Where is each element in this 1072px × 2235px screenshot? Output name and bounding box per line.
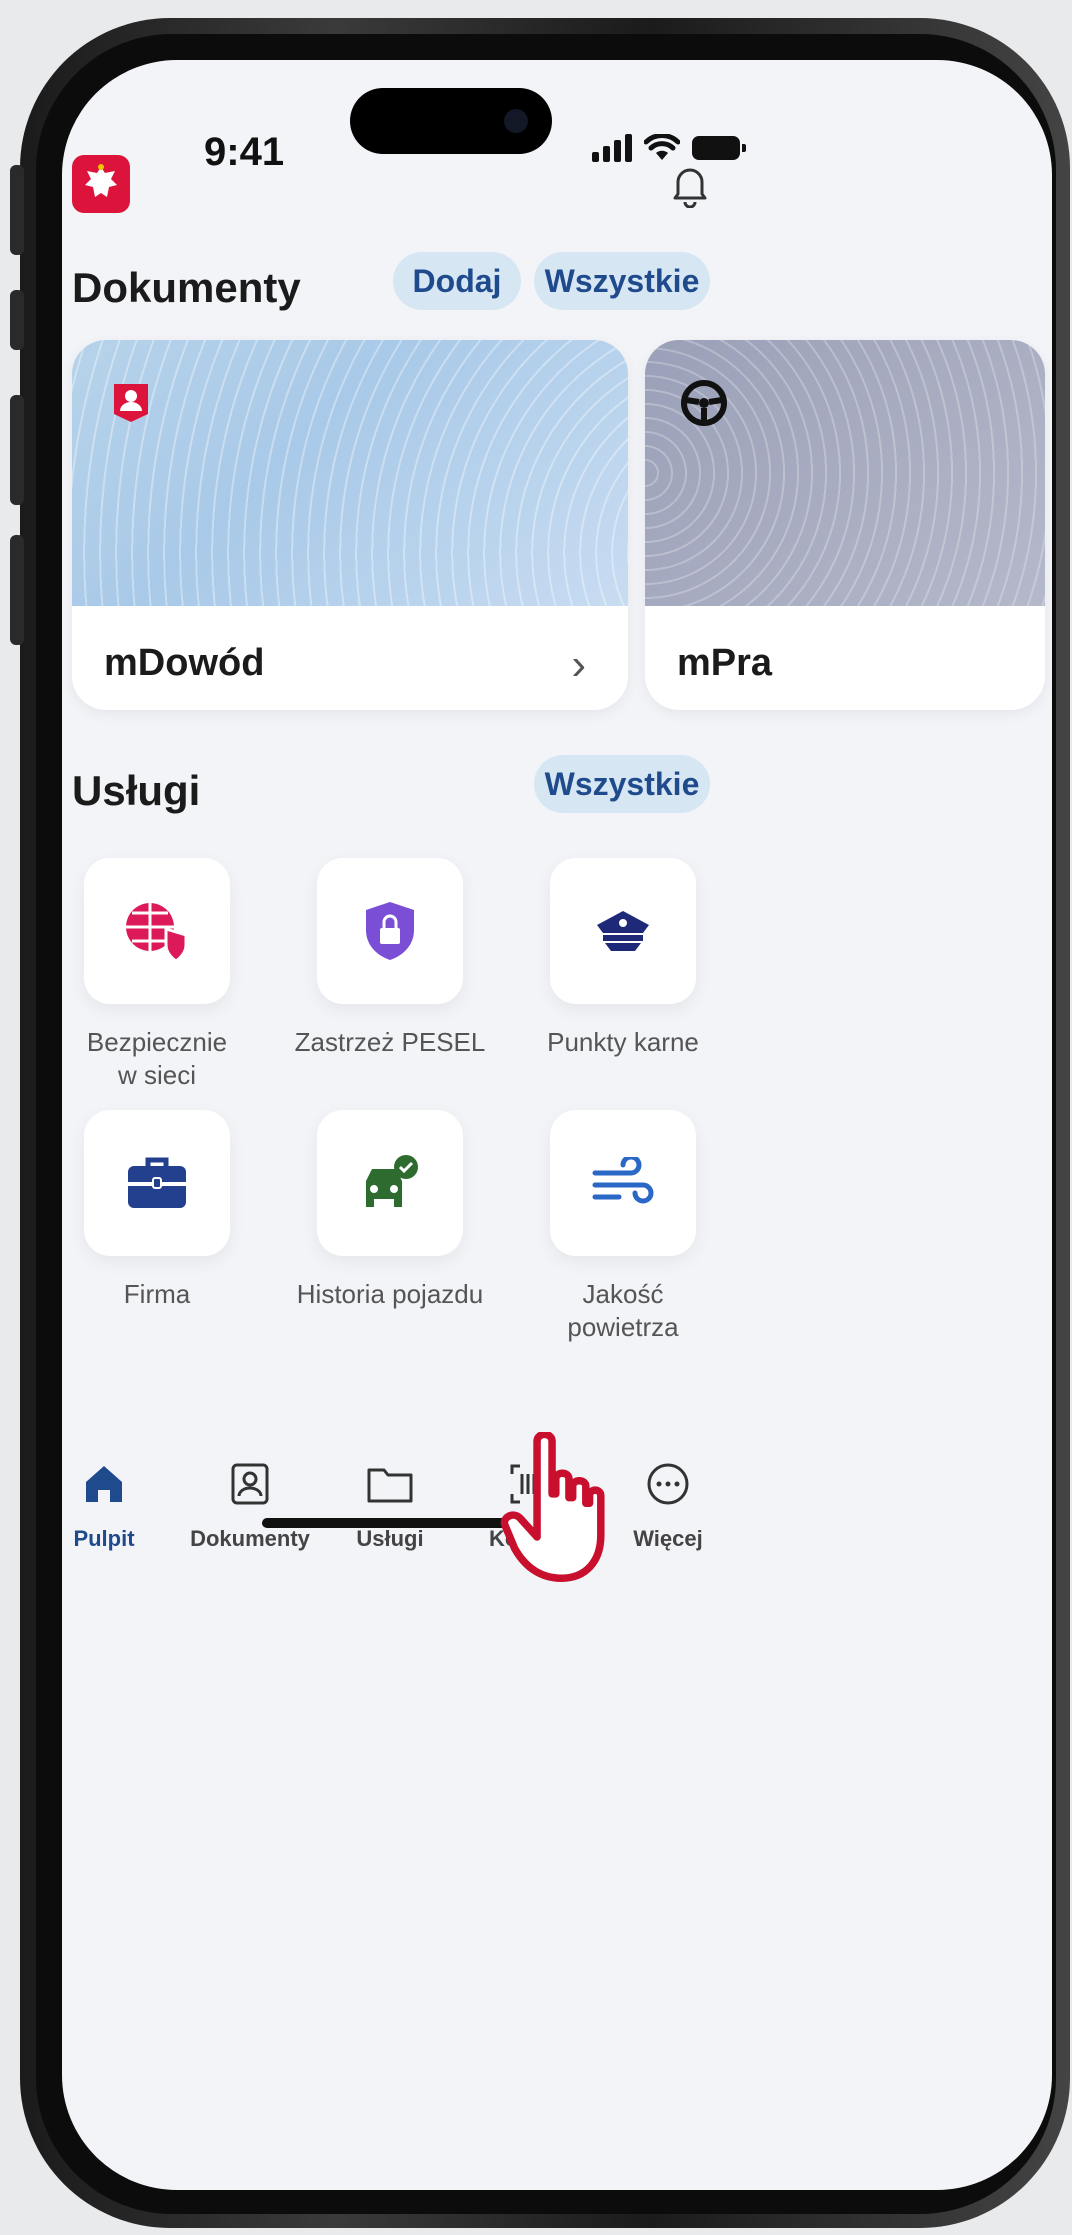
side-button	[10, 290, 24, 350]
status-icons	[592, 134, 746, 162]
camera-icon	[504, 109, 528, 133]
service-tile-zastrzez-pesel[interactable]	[317, 858, 463, 1004]
nav-label: Dokumenty	[190, 1526, 310, 1551]
service-tile-historia-pojazdu[interactable]	[317, 1110, 463, 1256]
all-documents-button[interactable]: Wszystkie	[534, 252, 710, 310]
service-tile-jakosc-powietrza[interactable]	[550, 1110, 696, 1256]
service-label: Punkty karne	[547, 1027, 699, 1057]
bell-icon[interactable]	[670, 162, 710, 208]
side-button	[10, 535, 24, 645]
service-label: Jakość powietrza	[567, 1279, 679, 1342]
nav-label: Usługi	[356, 1526, 424, 1551]
home-indicator	[262, 1518, 524, 1528]
police-cap-icon	[597, 911, 649, 951]
service-label: Historia pojazdu	[296, 1279, 484, 1309]
briefcase-icon	[128, 1157, 186, 1208]
document-card-title: mDowód	[104, 642, 265, 684]
signal-icon	[592, 134, 632, 162]
service-label: Firma	[123, 1279, 191, 1309]
steering-wheel-icon	[681, 380, 727, 426]
service-tile-firma[interactable]	[84, 1110, 230, 1256]
service-tile-punkty-karne[interactable]	[550, 858, 696, 1004]
services-title: Usługi	[72, 767, 201, 814]
document-card-mprawojazdy[interactable]: mPra	[645, 340, 1045, 710]
lock-shield-icon	[366, 902, 414, 960]
document-card-art	[72, 340, 628, 606]
nav-label: Więcej	[633, 1526, 703, 1551]
side-button	[10, 165, 24, 255]
more-icon	[647, 1463, 689, 1505]
poland-emblem-icon	[72, 155, 130, 213]
document-person-icon	[231, 1463, 269, 1505]
globe-shield-icon	[126, 903, 188, 963]
nav-dokumenty[interactable]: Dokumenty	[170, 1460, 330, 1552]
service-label: Bezpiecznie w sieci	[86, 1027, 228, 1090]
id-card-icon	[114, 384, 148, 422]
documents-title: Dokumenty	[72, 264, 301, 311]
nav-label: Pulpit	[73, 1526, 135, 1551]
home-icon	[86, 1466, 122, 1502]
nav-uslugi[interactable]: Usługi	[310, 1460, 470, 1552]
tap-hand-icon	[500, 1432, 605, 1582]
battery-icon	[692, 136, 746, 160]
service-label: Zastrzeż PESEL	[294, 1027, 486, 1057]
document-card-mdowod[interactable]: mDowód ›	[72, 340, 628, 710]
all-services-button[interactable]: Wszystkie	[534, 755, 710, 813]
wind-icon	[592, 1157, 654, 1204]
document-card-title: mPra	[677, 642, 773, 684]
chevron-right-icon: ›	[571, 640, 586, 689]
add-document-button[interactable]: Dodaj	[393, 252, 521, 310]
service-tile-bezpiecznie-w-sieci[interactable]	[84, 858, 230, 1004]
status-time: 9:41	[204, 130, 285, 174]
side-button	[10, 395, 24, 505]
wifi-icon	[644, 134, 680, 160]
dynamic-island	[350, 88, 552, 154]
car-check-icon	[366, 1155, 418, 1207]
folder-icon	[367, 1468, 413, 1503]
nav-pulpit[interactable]: Pulpit	[62, 1460, 184, 1552]
nav-wiecej[interactable]: Więcej	[588, 1460, 748, 1552]
app-screen: 9:41 Dokumenty Dodaj Wszystkie mDowód › …	[62, 60, 1052, 2190]
